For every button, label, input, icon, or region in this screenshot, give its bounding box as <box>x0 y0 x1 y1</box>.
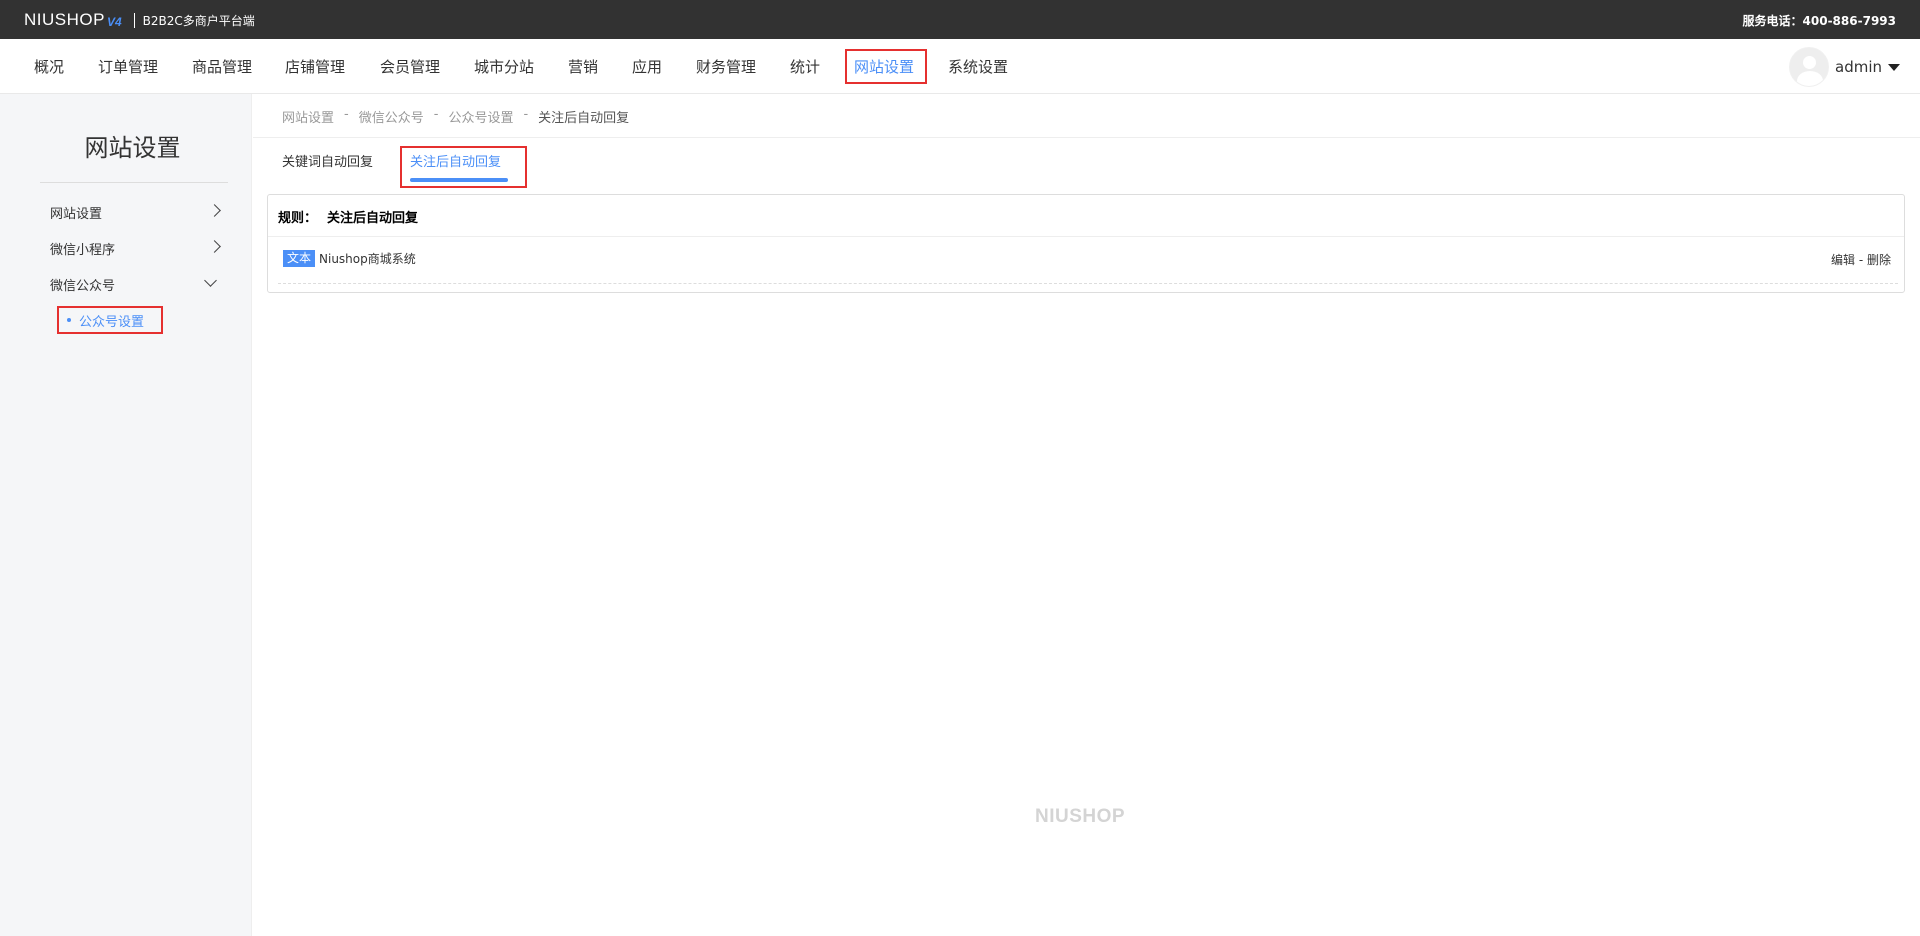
reply-actions: 编辑 - 删除 <box>1831 251 1891 268</box>
breadcrumb-item-official-settings[interactable]: 公众号设置 <box>448 107 513 126</box>
caret-down-icon <box>1888 63 1900 71</box>
rule-label: 规则： <box>278 211 318 226</box>
nav-item-overview[interactable]: 概况 <box>34 56 64 77</box>
sidebar-subitem-label: 公众号设置 <box>79 314 145 330</box>
sidebar-item-wechat-official[interactable]: 微信公众号 <box>50 275 115 294</box>
nav-item-members[interactable]: 会员管理 <box>380 56 440 77</box>
breadcrumb-item-site-settings[interactable]: 网站设置 <box>282 107 334 126</box>
chevron-right-icon[interactable] <box>208 204 221 217</box>
bullet-dot-icon <box>67 318 71 322</box>
nav-item-orders[interactable]: 订单管理 <box>98 56 158 77</box>
sidebar-item-mini-program[interactable]: 微信小程序 <box>50 239 115 258</box>
sidebar-divider <box>40 182 228 183</box>
breadcrumb: 网站设置 - 微信公众号 - 公众号设置 - 关注后自动回复 <box>282 107 629 126</box>
action-separator: - <box>1858 253 1864 267</box>
nav-item-marketing[interactable]: 营销 <box>568 56 598 77</box>
edit-button[interactable]: 编辑 <box>1831 253 1855 267</box>
chevron-down-icon[interactable] <box>204 274 217 287</box>
platform-subtitle: B2B2C多商户平台端 <box>142 13 255 28</box>
logo-text: NIUSHOP <box>24 10 105 29</box>
reply-type-badge: 文本 <box>283 250 316 267</box>
sidebar-subitem-official-settings[interactable]: 公众号设置 <box>57 306 163 334</box>
nav-item-apps[interactable]: 应用 <box>632 56 662 77</box>
sidebar-title: 网站设置 <box>84 134 181 162</box>
breadcrumb-item-current: 关注后自动回复 <box>538 111 630 126</box>
logo-version: V4 <box>106 14 122 29</box>
main-nav: 概况 订单管理 商品管理 店铺管理 会员管理 城市分站 营销 应用 财务管理 统… <box>0 39 1920 94</box>
logo-divider <box>133 12 135 28</box>
rule-header: 规则： 关注后自动回复 <box>278 207 418 226</box>
breadcrumb-separator: - <box>523 107 529 122</box>
reply-item: 文本 Niushop商城系统 <box>283 250 416 267</box>
reply-content: Niushop商城系统 <box>319 252 416 266</box>
user-menu[interactable]: admin <box>1789 47 1900 87</box>
footer-logo: NIUSHOP <box>1035 806 1126 827</box>
chevron-right-icon[interactable] <box>208 240 221 253</box>
nav-highlight-box <box>845 49 927 84</box>
reply-dashed-divider <box>278 283 1898 284</box>
delete-button[interactable]: 删除 <box>1867 253 1891 267</box>
service-hotline: 服务电话：400-886-7993 <box>1742 14 1896 28</box>
rule-name: 关注后自动回复 <box>327 211 419 226</box>
rule-card: 规则： 关注后自动回复 文本 Niushop商城系统 编辑 - 删除 <box>267 194 1905 293</box>
breadcrumb-separator: - <box>433 107 439 122</box>
sidebar-item-site-settings[interactable]: 网站设置 <box>50 203 102 222</box>
sidebar: 网站设置 网站设置 微信小程序 微信公众号 公众号设置 <box>0 94 252 936</box>
brand-logo[interactable]: NIUSHOP V4 B2B2C多商户平台端 <box>24 10 255 30</box>
tab-keyword-reply[interactable]: 关键词自动回复 <box>282 151 373 170</box>
top-bar: NIUSHOP V4 B2B2C多商户平台端 服务电话：400-886-7993 <box>0 0 1920 39</box>
tab-highlight-box <box>400 146 527 188</box>
rule-divider <box>268 236 1904 237</box>
avatar <box>1789 47 1829 87</box>
breadcrumb-divider <box>253 137 1920 138</box>
user-name: admin <box>1835 58 1882 76</box>
breadcrumb-separator: - <box>344 107 349 122</box>
breadcrumb-item-wechat-official[interactable]: 微信公众号 <box>359 107 424 126</box>
nav-item-shops[interactable]: 店铺管理 <box>285 56 345 77</box>
nav-item-system-settings[interactable]: 系统设置 <box>948 56 1008 77</box>
nav-item-finance[interactable]: 财务管理 <box>696 56 756 77</box>
nav-item-goods[interactable]: 商品管理 <box>192 56 252 77</box>
nav-item-statistics[interactable]: 统计 <box>790 56 820 77</box>
nav-item-city-stations[interactable]: 城市分站 <box>474 56 534 77</box>
